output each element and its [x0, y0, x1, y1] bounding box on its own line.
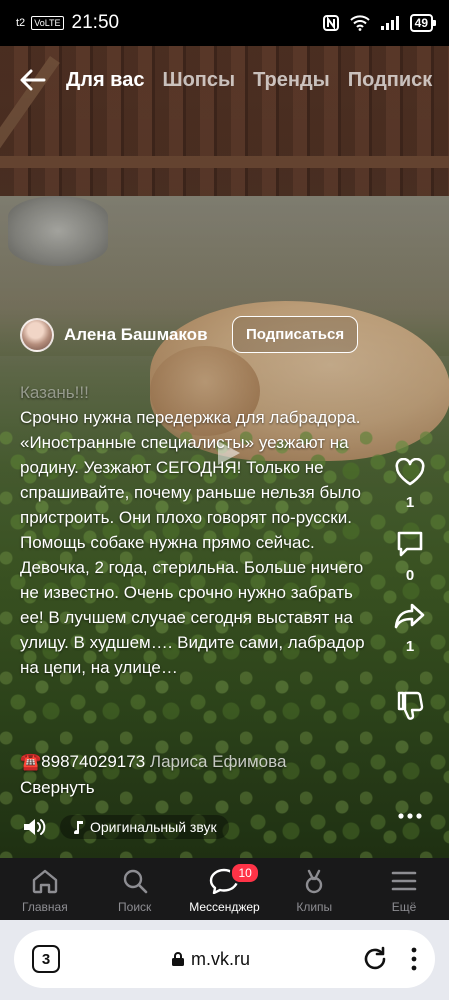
bottom-nav: Главная Поиск 10 Мессенджер Клипы Ещё [0, 858, 449, 920]
back-arrow-icon[interactable] [18, 65, 48, 95]
phone-emoji: ☎️ [20, 752, 42, 771]
like-action[interactable]: 1 [394, 458, 426, 511]
author-name[interactable]: Алена Башмаков [64, 325, 222, 345]
lock-icon [171, 952, 184, 966]
nav-item-clips[interactable]: Клипы [274, 868, 354, 914]
tab-trends[interactable]: Тренды [253, 69, 330, 92]
battery-indicator: 49 [409, 14, 437, 32]
tab-switcher-button[interactable]: 3 [32, 945, 60, 973]
tab-shops[interactable]: Шопсы [162, 69, 235, 92]
comments-count: 0 [405, 567, 415, 584]
status-left: t2 VoLTE 21:50 [16, 12, 119, 34]
wifi-icon [349, 15, 370, 31]
nav-label-clips: Клипы [296, 900, 333, 914]
more-options-icon[interactable] [398, 806, 422, 826]
dislike-action[interactable] [395, 689, 425, 721]
nav-label-home: Главная [22, 900, 68, 914]
status-right: 49 [322, 14, 437, 32]
volume-icon[interactable] [22, 816, 46, 838]
action-column: 1 0 1 [386, 458, 434, 721]
volte-badge: VoLTE [31, 16, 64, 30]
collapse-link[interactable]: Свернуть [20, 778, 95, 798]
browser-url-pill: 3 m.vk.ru [14, 930, 435, 988]
dislike-icon[interactable] [395, 689, 425, 721]
browser-menu-icon[interactable] [411, 947, 417, 971]
reload-icon[interactable] [361, 945, 389, 973]
address-bar[interactable]: m.vk.ru [171, 949, 250, 970]
nav-item-messenger[interactable]: 10 Мессенджер [184, 862, 264, 914]
home-icon [32, 869, 58, 894]
tab-subscriptions[interactable]: Подписк [348, 69, 433, 92]
comment-icon[interactable] [395, 529, 425, 559]
top-nav: Для вас Шопсы Тренды Подписк [0, 58, 449, 102]
description-first-line: Казань!!! [20, 383, 89, 402]
share-action[interactable]: 1 [394, 602, 426, 655]
comment-action[interactable]: 0 [395, 529, 425, 584]
status-time: 21:50 [71, 12, 120, 33]
carrier-label: t2 [16, 17, 26, 29]
status-bar: t2 VoLTE 21:50 49 [0, 0, 449, 46]
nav-label-more: Ещё [391, 900, 417, 914]
nav-item-home[interactable]: Главная [5, 868, 85, 914]
clips-icon [306, 869, 323, 894]
share-icon[interactable] [394, 602, 426, 630]
browser-bar: 3 m.vk.ru [0, 920, 449, 1000]
search-icon [123, 869, 147, 894]
original-sound-button[interactable]: Оригинальный звук [60, 815, 229, 839]
nav-label-search: Поиск [118, 900, 152, 914]
subscribe-button[interactable]: Подписаться [232, 316, 359, 353]
sound-label: Оригинальный звук [90, 819, 217, 835]
shares-count: 1 [405, 638, 415, 655]
contact-name: Лариса Ефимова [149, 752, 287, 771]
post-author: Алена Башмаков Подписаться [20, 316, 359, 353]
sound-row: Оригинальный звук [22, 815, 229, 839]
likes-count: 1 [405, 494, 415, 511]
tab-for-you[interactable]: Для вас [66, 69, 144, 92]
nav-item-more[interactable]: Ещё [364, 868, 444, 914]
description-text: Срочно нужна передержка для лабрадора. «… [20, 408, 365, 677]
url-text: m.vk.ru [190, 948, 250, 969]
post-description: Казань!!! Срочно нужна передержка для ла… [20, 380, 380, 680]
nav-label-messenger: Мессенджер [189, 900, 260, 914]
heart-icon[interactable] [394, 458, 426, 486]
menu-icon [391, 871, 417, 891]
nav-item-search[interactable]: Поиск [95, 868, 175, 914]
music-note-icon [74, 821, 83, 834]
phone-line: ☎️89874029173 Лариса Ефимова [20, 752, 286, 772]
avatar[interactable] [20, 317, 54, 352]
messenger-badge: 10 [230, 862, 260, 884]
signal-icon [380, 16, 399, 30]
nfc-icon [322, 15, 339, 31]
phone-number[interactable]: 89874029173 [41, 752, 145, 771]
